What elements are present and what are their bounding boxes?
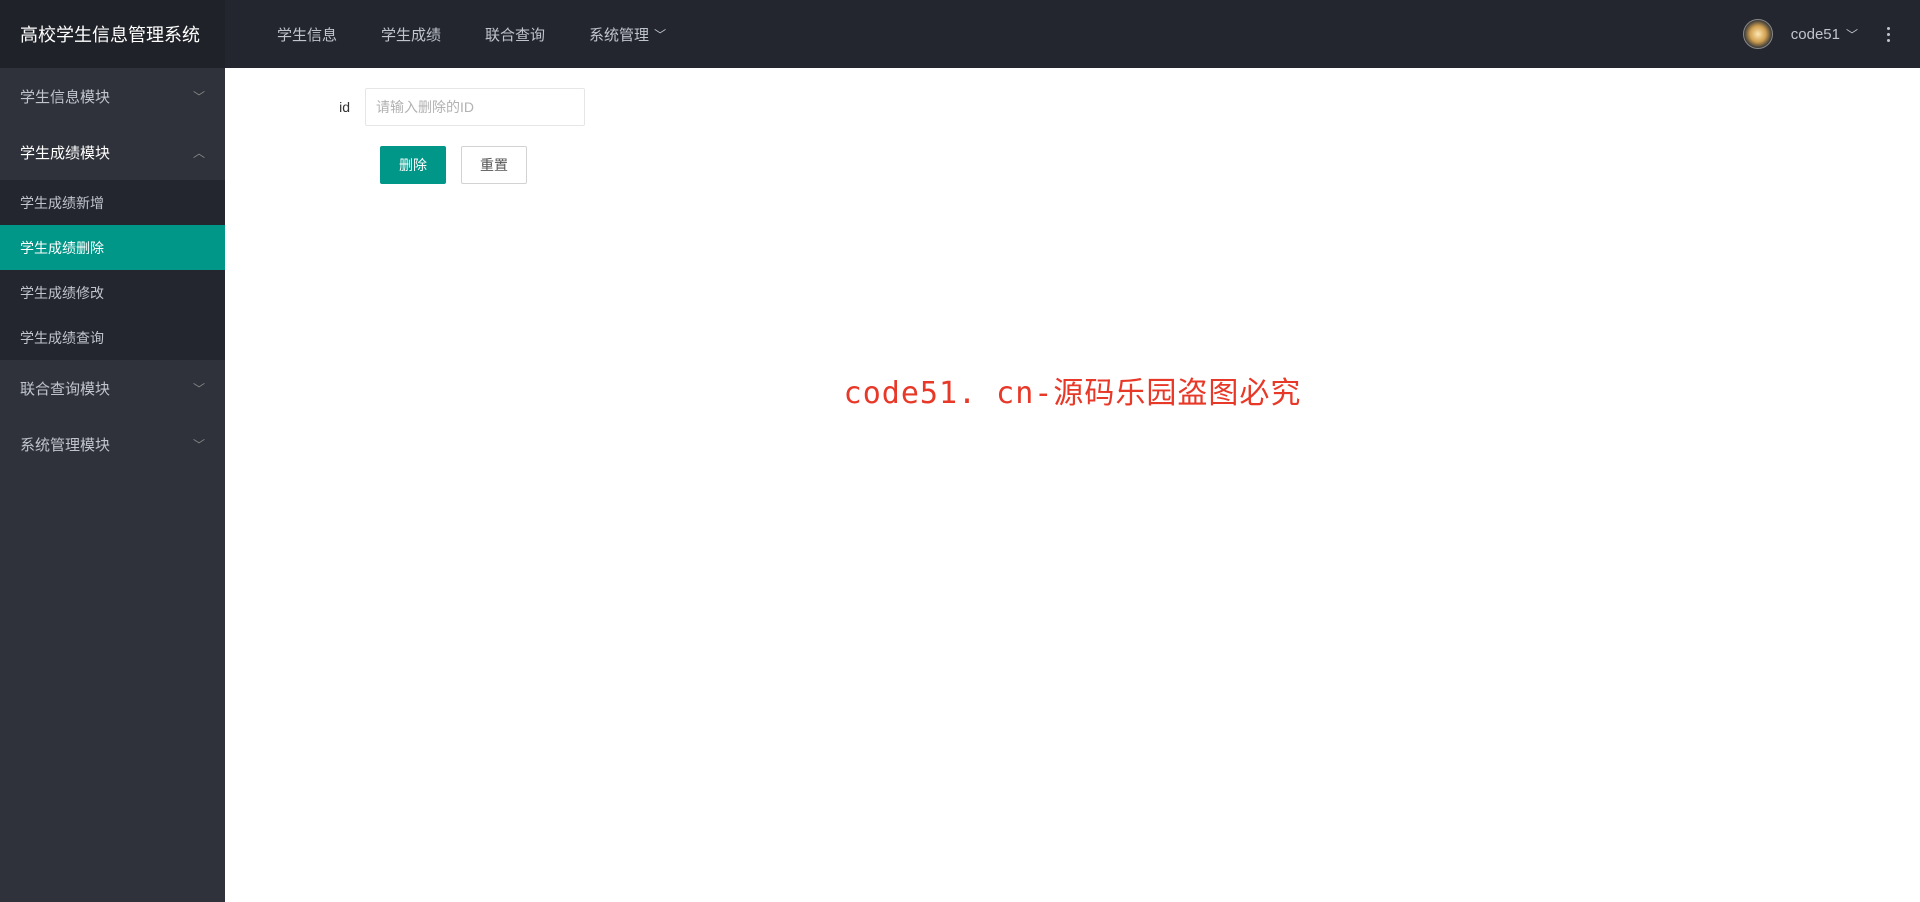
user-area: code51 ﹀ — [1743, 19, 1920, 49]
sidebar-group-label: 学生成绩模块 — [20, 142, 110, 163]
top-nav: 学生信息 学生成绩 联合查询 系统管理 ﹀ — [225, 0, 1743, 68]
chevron-down-icon: ﹀ — [654, 26, 666, 43]
layout: 学生信息模块 ﹀ 学生成绩模块 ﹀ 学生成绩新增 学生成绩删除 学生成绩修改 学… — [0, 68, 1920, 902]
nav-student-info[interactable]: 学生信息 — [255, 0, 359, 68]
sidebar-item-label: 学生成绩查询 — [20, 328, 104, 348]
chevron-down-icon: ﹀ — [193, 380, 205, 397]
logo: 高校学生信息管理系统 — [0, 0, 225, 68]
sidebar-group-joint-query[interactable]: 联合查询模块 ﹀ — [0, 360, 225, 416]
id-label: id — [275, 99, 365, 115]
reset-button[interactable]: 重置 — [461, 146, 527, 184]
sidebar-item-score-delete[interactable]: 学生成绩删除 — [0, 225, 225, 270]
nav-label: 系统管理 — [589, 24, 649, 45]
watermark-text: code51. cn-源码乐园盗图必究 — [844, 368, 1302, 412]
sidebar-item-score-add[interactable]: 学生成绩新增 — [0, 180, 225, 225]
username-label: code51 — [1791, 26, 1840, 43]
sidebar-item-score-query[interactable]: 学生成绩查询 — [0, 315, 225, 360]
sidebar-group-label: 系统管理模块 — [20, 434, 110, 455]
sidebar: 学生信息模块 ﹀ 学生成绩模块 ﹀ 学生成绩新增 学生成绩删除 学生成绩修改 学… — [0, 68, 225, 902]
sidebar-group-system-manage[interactable]: 系统管理模块 ﹀ — [0, 416, 225, 472]
chevron-down-icon: ﹀ — [193, 436, 205, 453]
nav-label: 学生信息 — [277, 24, 337, 45]
sidebar-item-score-update[interactable]: 学生成绩修改 — [0, 270, 225, 315]
sidebar-item-label: 学生成绩删除 — [20, 238, 104, 258]
nav-label: 学生成绩 — [381, 24, 441, 45]
delete-button[interactable]: 删除 — [380, 146, 446, 184]
sidebar-group-label: 联合查询模块 — [20, 378, 110, 399]
username-dropdown[interactable]: code51 ﹀ — [1791, 26, 1858, 43]
main-content: id 删除 重置 code51. cn-源码乐园盗图必究 — [225, 68, 1920, 902]
form-row-id: id — [275, 88, 1900, 126]
header: 高校学生信息管理系统 学生信息 学生成绩 联合查询 系统管理 ﹀ code51 … — [0, 0, 1920, 68]
chevron-up-icon: ﹀ — [193, 144, 205, 161]
nav-student-score[interactable]: 学生成绩 — [359, 0, 463, 68]
sidebar-item-label: 学生成绩新增 — [20, 193, 104, 213]
form-buttons: 删除 重置 — [380, 146, 1900, 184]
chevron-down-icon: ﹀ — [193, 88, 205, 105]
sidebar-group-label: 学生信息模块 — [20, 86, 110, 107]
sidebar-item-label: 学生成绩修改 — [20, 283, 104, 303]
more-icon[interactable] — [1876, 22, 1900, 46]
chevron-down-icon: ﹀ — [1846, 26, 1858, 43]
sidebar-group-student-score[interactable]: 学生成绩模块 ﹀ — [0, 124, 225, 180]
sidebar-submenu-score: 学生成绩新增 学生成绩删除 学生成绩修改 学生成绩查询 — [0, 180, 225, 360]
nav-system-manage[interactable]: 系统管理 ﹀ — [567, 0, 688, 68]
id-input[interactable] — [365, 88, 585, 126]
avatar[interactable] — [1743, 19, 1773, 49]
nav-label: 联合查询 — [485, 24, 545, 45]
nav-joint-query[interactable]: 联合查询 — [463, 0, 567, 68]
sidebar-group-student-info[interactable]: 学生信息模块 ﹀ — [0, 68, 225, 124]
